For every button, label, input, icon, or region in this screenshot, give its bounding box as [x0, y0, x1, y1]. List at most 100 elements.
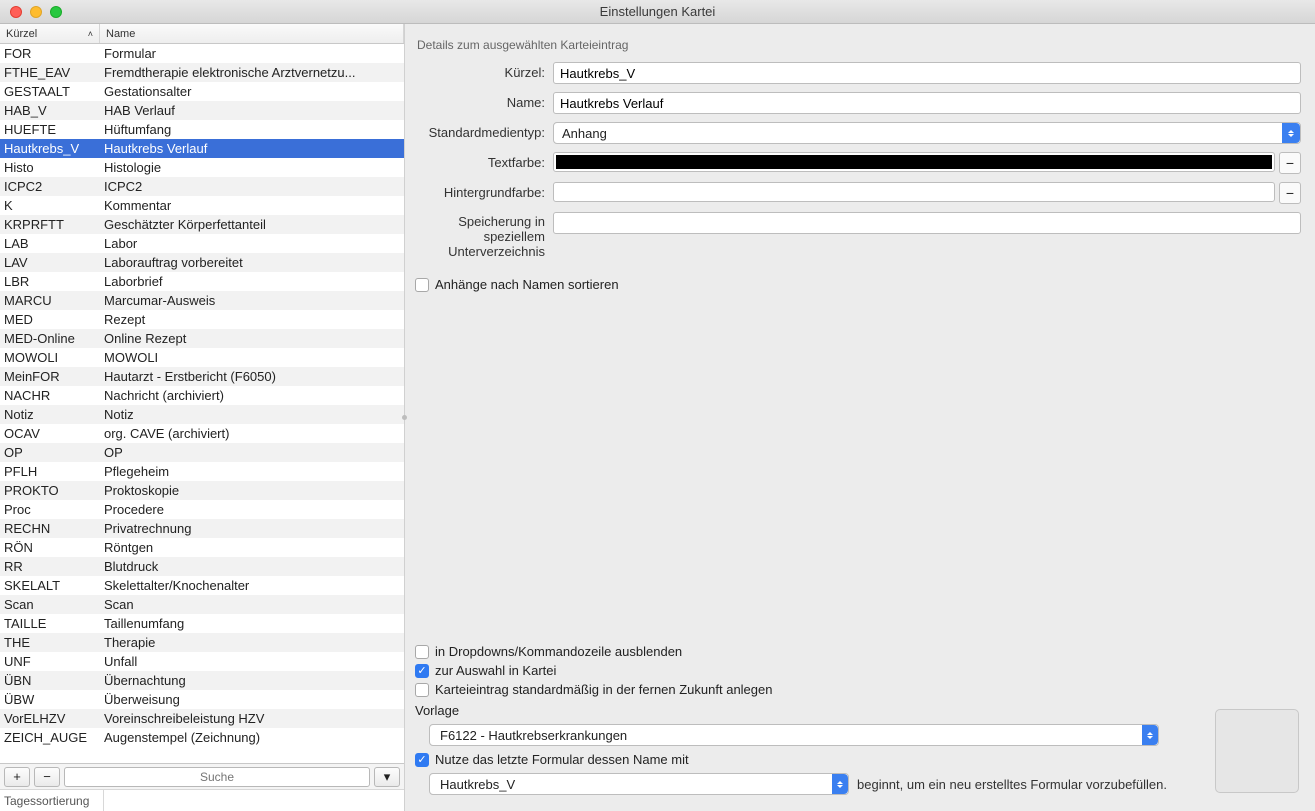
table-row[interactable]: MARCUMarcumar-Ausweis [0, 291, 404, 310]
row-name: Hautkrebs Verlauf [100, 139, 404, 158]
table-row[interactable]: KRPRFTTGeschätzter Körperfettanteil [0, 215, 404, 234]
last-form-value: Hautkrebs_V [440, 777, 515, 792]
search-input[interactable] [65, 768, 369, 786]
table-row[interactable]: GESTAALTGestationsalter [0, 82, 404, 101]
sort-label[interactable]: Tagessortierung [0, 790, 104, 811]
row-kurzel: KRPRFTT [0, 215, 100, 234]
row-kurzel: OP [0, 443, 100, 462]
table-row[interactable]: LABLabor [0, 234, 404, 253]
row-name: ICPC2 [100, 177, 404, 196]
row-name: Laborbrief [100, 272, 404, 291]
row-name: Skelettalter/Knochenalter [100, 576, 404, 595]
sort-spacer [104, 790, 404, 811]
row-name: Augenstempel (Zeichnung) [100, 728, 404, 747]
name-input[interactable] [553, 92, 1301, 114]
mediatype-select[interactable]: Anhang [553, 122, 1301, 144]
bgcolor-field[interactable] [553, 182, 1275, 202]
search-field[interactable] [64, 767, 370, 787]
table-row[interactable]: FORFormular [0, 44, 404, 63]
last-form-suffix: beginnt, um ein neu erstelltes Formular … [857, 777, 1167, 792]
table-row[interactable]: RÖNRöntgen [0, 538, 404, 557]
mediatype-label: Standardmedientyp: [415, 122, 553, 140]
row-kurzel: OCAV [0, 424, 100, 443]
hide-in-dropdown-checkbox[interactable] [415, 645, 429, 659]
table-row[interactable]: NACHRNachricht (archiviert) [0, 386, 404, 405]
row-kurzel: ÜBW [0, 690, 100, 709]
table-row[interactable]: MEDRezept [0, 310, 404, 329]
preview-well[interactable] [1215, 709, 1299, 793]
row-name: Privatrechnung [100, 519, 404, 538]
sort-attachments-label: Anhänge nach Namen sortieren [435, 277, 619, 292]
table-row[interactable]: MOWOLIMOWOLI [0, 348, 404, 367]
table-row[interactable]: THETherapie [0, 633, 404, 652]
table-row[interactable]: RECHNPrivatrechnung [0, 519, 404, 538]
splitter-handle[interactable] [400, 398, 409, 438]
hide-in-dropdown-label: in Dropdowns/Kommandozeile ausblenden [435, 644, 682, 659]
row-name: Histologie [100, 158, 404, 177]
row-kurzel: MED-Online [0, 329, 100, 348]
table-row[interactable]: HAB_VHAB Verlauf [0, 101, 404, 120]
row-name: Blutdruck [100, 557, 404, 576]
table-row[interactable]: TAILLETaillenumfang [0, 614, 404, 633]
sort-attachments-checkbox[interactable] [415, 278, 429, 292]
table-row[interactable]: PROKTOProktoskopie [0, 481, 404, 500]
row-kurzel: THE [0, 633, 100, 652]
table-row[interactable]: PFLHPflegeheim [0, 462, 404, 481]
auswahl-label: zur Auswahl in Kartei [435, 663, 556, 678]
row-kurzel: LAV [0, 253, 100, 272]
row-kurzel: FOR [0, 44, 100, 63]
table-row[interactable]: Hautkrebs_VHautkrebs Verlauf [0, 139, 404, 158]
table-row[interactable]: ProcProcedere [0, 500, 404, 519]
row-name: Unfall [100, 652, 404, 671]
table-row[interactable]: OPOP [0, 443, 404, 462]
row-name: Online Rezept [100, 329, 404, 348]
table-row[interactable]: ZEICH_AUGEAugenstempel (Zeichnung) [0, 728, 404, 747]
table-row[interactable]: OCAVorg. CAVE (archiviert) [0, 424, 404, 443]
remove-entry-button[interactable]: − [34, 767, 60, 787]
column-header-name-label: Name [106, 28, 135, 40]
table-row[interactable]: RRBlutdruck [0, 557, 404, 576]
textcolor-clear-button[interactable]: − [1279, 152, 1301, 174]
bgcolor-clear-button[interactable]: − [1279, 182, 1301, 204]
auswahl-checkbox[interactable]: ✓ [415, 664, 429, 678]
row-name: Voreinschreibeleistung HZV [100, 709, 404, 728]
table-row[interactable]: NotizNotiz [0, 405, 404, 424]
row-kurzel: MeinFOR [0, 367, 100, 386]
column-header-kurzel[interactable]: Kürzel ˄ [0, 24, 100, 43]
kurzel-input[interactable] [553, 62, 1301, 84]
use-last-form-checkbox[interactable]: ✓ [415, 753, 429, 767]
table-row[interactable]: HUEFTEHüftumfang [0, 120, 404, 139]
add-entry-button[interactable]: + [4, 767, 30, 787]
table-row[interactable]: VorELHZVVoreinschreibeleistung HZV [0, 709, 404, 728]
column-header-name[interactable]: Name [100, 24, 404, 43]
textcolor-field[interactable] [553, 152, 1275, 172]
last-form-select[interactable]: Hautkrebs_V [429, 773, 849, 795]
column-header-kurzel-label: Kürzel [6, 28, 37, 40]
table-row[interactable]: UNFUnfall [0, 652, 404, 671]
bgcolor-swatch [556, 185, 1272, 199]
row-name: Formular [100, 44, 404, 63]
row-kurzel: Notiz [0, 405, 100, 424]
row-kurzel: Histo [0, 158, 100, 177]
table-body[interactable]: FORFormularFTHE_EAVFremdtherapie elektro… [0, 44, 404, 763]
use-last-form-label: Nutze das letzte Formular dessen Name mi… [435, 752, 689, 767]
table-row[interactable]: FTHE_EAVFremdtherapie elektronische Arzt… [0, 63, 404, 82]
table-row[interactable]: ICPC2ICPC2 [0, 177, 404, 196]
table-row[interactable]: KKommentar [0, 196, 404, 215]
template-select[interactable]: F6122 - Hautkrebserkrankungen [429, 724, 1159, 746]
table-row[interactable]: LBRLaborbrief [0, 272, 404, 291]
table-row[interactable]: LAVLaborauftrag vorbereitet [0, 253, 404, 272]
table-row[interactable]: ÜBWÜberweisung [0, 690, 404, 709]
table-row[interactable]: ÜBNÜbernachtung [0, 671, 404, 690]
row-kurzel: GESTAALT [0, 82, 100, 101]
table-row[interactable]: HistoHistologie [0, 158, 404, 177]
row-kurzel: RECHN [0, 519, 100, 538]
future-checkbox[interactable] [415, 683, 429, 697]
filter-menu-button[interactable]: ▾ [374, 767, 400, 787]
table-row[interactable]: ScanScan [0, 595, 404, 614]
table-header: Kürzel ˄ Name [0, 24, 404, 44]
table-row[interactable]: MeinFORHautarzt - Erstbericht (F6050) [0, 367, 404, 386]
table-row[interactable]: SKELALTSkelettalter/Knochenalter [0, 576, 404, 595]
table-row[interactable]: MED-OnlineOnline Rezept [0, 329, 404, 348]
storage-input[interactable] [553, 212, 1301, 234]
